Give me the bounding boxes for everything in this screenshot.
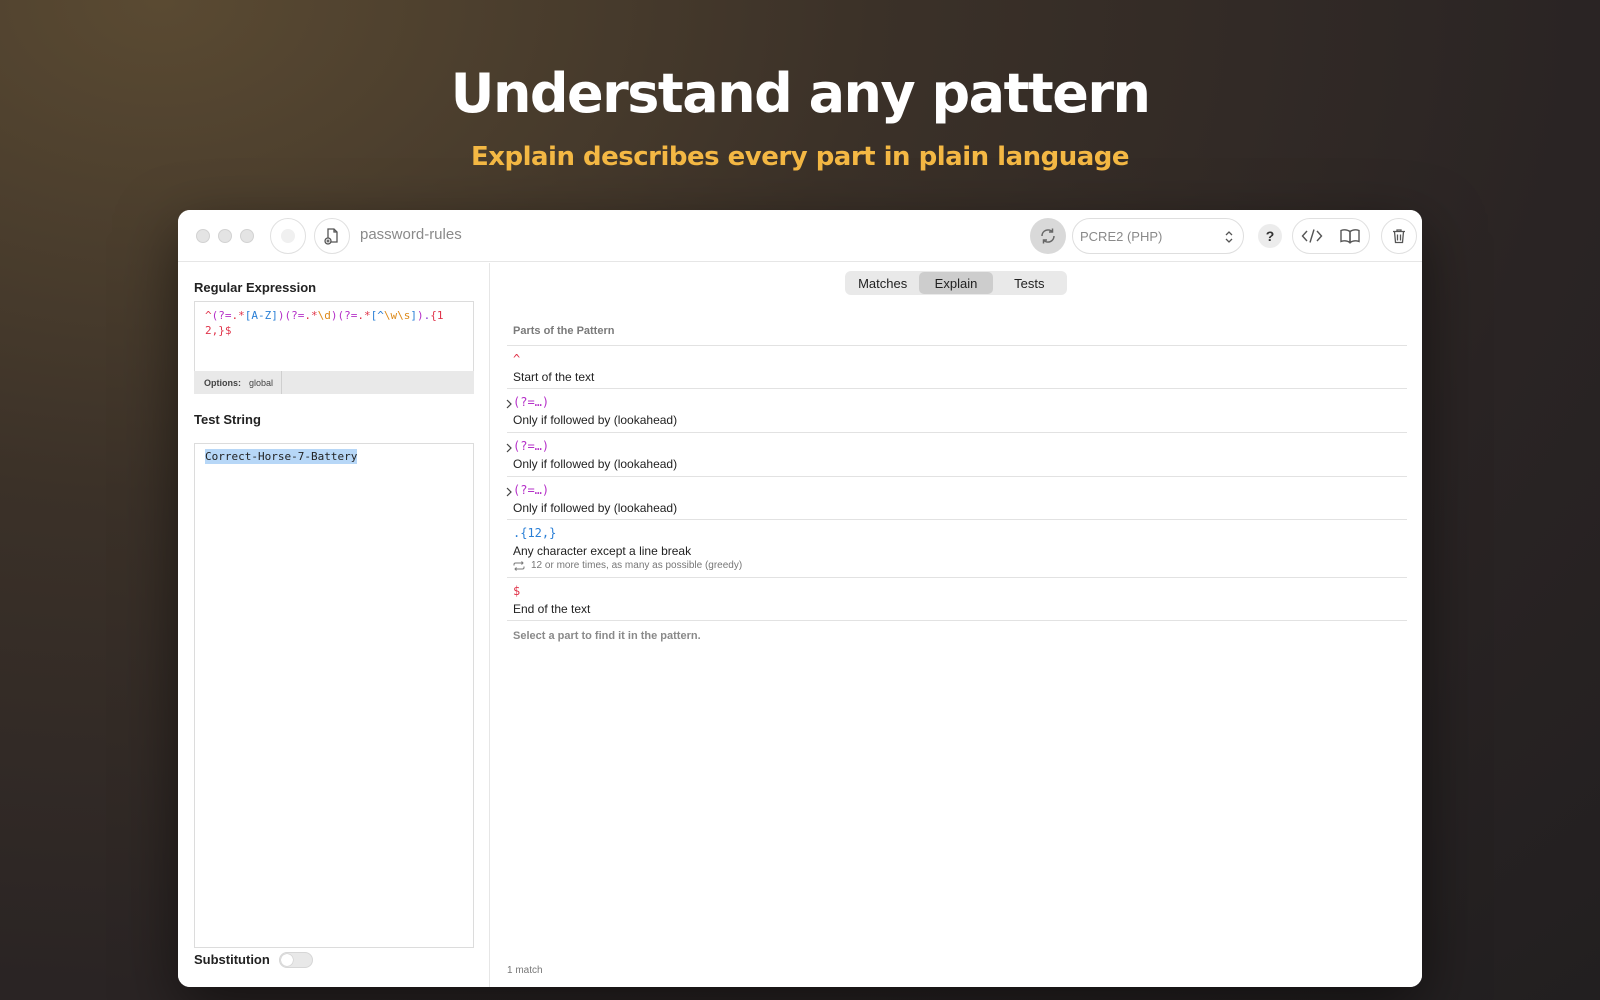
part-row-end[interactable]: $ End of the text	[507, 577, 1407, 621]
record-button[interactable]	[270, 218, 306, 254]
chevron-right-icon[interactable]	[505, 487, 513, 497]
zoom-window-button[interactable]	[240, 229, 254, 243]
regex-token: )	[277, 309, 285, 322]
regex-token: \w\s	[383, 309, 411, 322]
close-window-button[interactable]	[196, 229, 210, 243]
view-tabs: Matches Explain Tests	[845, 271, 1067, 295]
match-count: 1 match	[507, 965, 543, 976]
regex-token: [A-Z]	[244, 309, 278, 322]
tab-tests[interactable]: Tests	[993, 272, 1066, 294]
regex-token: $	[224, 324, 232, 337]
regex-input[interactable]: ^(?=.*[A-Z])(?=.*\d)(?=.*[^\w\s]).{12,}$	[194, 301, 474, 371]
book-icon	[1340, 229, 1360, 244]
match-highlight: Correct-Horse-7-Battery	[205, 449, 358, 464]
hero-subtitle: Explain describes every part in plain la…	[470, 142, 1130, 172]
code-button[interactable]	[1301, 228, 1323, 244]
app-window: password-rules PCRE2 (PHP) ? Regular Exp…	[178, 210, 1422, 987]
part-token: $	[513, 584, 521, 598]
help-button[interactable]: ?	[1258, 224, 1282, 248]
new-document-button[interactable]	[314, 218, 350, 254]
regex-label: Regular Expression	[194, 280, 317, 295]
part-description: Any character except a line break	[513, 544, 692, 558]
regex-token: )	[330, 309, 338, 322]
regex-token: (?=	[211, 309, 232, 322]
view-buttons	[1292, 218, 1370, 254]
part-row-lookahead-3[interactable]: (?=…) Only if followed by (lookahead)	[505, 476, 1407, 519]
regex-token: .*	[304, 309, 318, 322]
library-button[interactable]	[1339, 228, 1361, 244]
document-title[interactable]: password-rules	[360, 226, 462, 243]
titlebar: password-rules PCRE2 (PHP) ?	[178, 210, 1422, 262]
regex-token: (?=	[337, 309, 358, 322]
part-note-text: 12 or more times, as many as possible (g…	[531, 560, 743, 571]
options-flag-global[interactable]: global	[241, 371, 283, 394]
part-row-lookahead-1[interactable]: (?=…) Only if followed by (lookahead)	[505, 388, 1407, 432]
part-token: .{12,}	[513, 526, 557, 540]
new-document-icon	[324, 228, 338, 245]
record-icon	[281, 229, 295, 243]
left-pane: Regular Expression ^(?=.*[A-Z])(?=.*\d)(…	[178, 263, 490, 987]
part-token: (?=…)	[513, 395, 550, 409]
part-description: Only if followed by (lookahead)	[513, 413, 678, 427]
regex-token: \d	[317, 309, 331, 322]
substitution-label: Substitution	[194, 952, 270, 967]
regex-token: .*	[231, 309, 245, 322]
minimize-window-button[interactable]	[218, 229, 232, 243]
delete-button[interactable]	[1381, 218, 1417, 254]
chevron-right-icon[interactable]	[505, 443, 513, 453]
options-label: Options:	[204, 377, 241, 388]
regex-token: )	[417, 309, 424, 322]
test-string-input[interactable]: Correct-Horse-7-Battery	[194, 443, 474, 948]
test-string-label: Test String	[194, 412, 261, 427]
chevron-right-icon[interactable]	[505, 399, 513, 409]
part-description: Start of the text	[513, 370, 595, 384]
part-description: Only if followed by (lookahead)	[513, 501, 678, 515]
regex-token: [^	[370, 309, 384, 322]
hero-title: Understand any pattern	[450, 62, 1151, 125]
part-row-any-char[interactable]: .{12,} Any character except a line break…	[507, 519, 1407, 577]
refresh-icon	[1041, 228, 1055, 244]
code-icon	[1301, 229, 1323, 243]
part-token: (?=…)	[513, 483, 550, 497]
trash-icon	[1393, 229, 1405, 244]
part-row-lookahead-2[interactable]: (?=…) Only if followed by (lookahead)	[505, 432, 1407, 476]
part-token: ^	[513, 352, 521, 366]
repeat-icon	[513, 560, 525, 571]
tab-explain[interactable]: Explain	[919, 272, 993, 294]
regex-token: (?=	[284, 309, 305, 322]
right-pane: Matches Explain Tests Parts of the Patte…	[491, 263, 1422, 987]
part-description: End of the text	[513, 602, 591, 616]
refresh-button[interactable]	[1030, 218, 1066, 254]
substitution-toggle[interactable]	[279, 952, 313, 968]
tab-matches[interactable]: Matches	[846, 272, 919, 294]
regex-token: .*	[357, 309, 371, 322]
part-note: 12 or more times, as many as possible (g…	[513, 560, 742, 571]
flavor-value: PCRE2 (PHP)	[1080, 228, 1163, 244]
chevron-updown-icon	[1225, 231, 1233, 243]
part-token: (?=…)	[513, 439, 550, 453]
flavor-select[interactable]: PCRE2 (PHP)	[1072, 218, 1244, 254]
parts-header: Parts of the Pattern	[513, 325, 615, 337]
part-description: Only if followed by (lookahead)	[513, 457, 678, 471]
part-row-start[interactable]: ^ Start of the text	[507, 345, 1407, 388]
options-bar: Options: global	[194, 371, 474, 394]
regex-token: ]	[410, 309, 417, 322]
parts-footer-hint: Select a part to find it in the pattern.	[513, 630, 701, 642]
regex-token: ^	[205, 309, 212, 322]
